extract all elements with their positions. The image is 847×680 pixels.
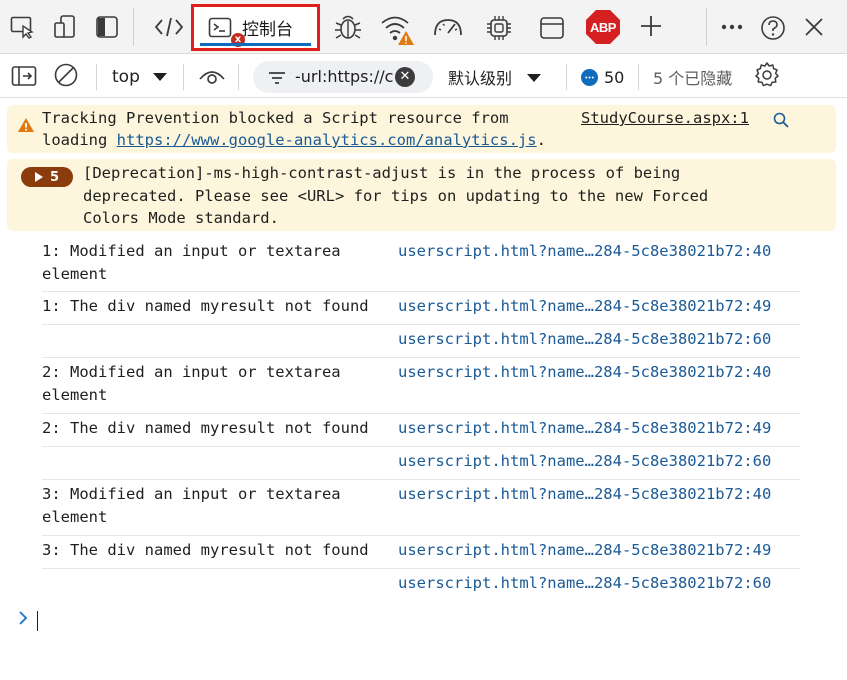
expand-triangle-icon (34, 172, 43, 182)
console-toolbar: top -url:https://c ✕ 默认级别 50 5 个已隐藏 (0, 54, 847, 98)
filter-icon (267, 70, 287, 89)
log-message: 2: Modified an input or textarea element (42, 363, 341, 404)
context-selector-value: top (112, 67, 140, 87)
show-sidebar-icon[interactable] (11, 65, 37, 87)
log-entry: 1: Modified an input or textarea element… (42, 237, 800, 292)
log-entry: 2: The div named myresult not found user… (42, 414, 800, 447)
log-message: 1: Modified an input or textarea element (42, 242, 341, 283)
context-selector[interactable]: top (112, 64, 168, 90)
chevron-down-icon (152, 67, 168, 87)
deprecation-warning: 5 [Deprecation]-ms-high-contrast-adjust … (7, 159, 836, 231)
filter-input-value: -url:https://c (295, 67, 393, 86)
chevron-down-icon (526, 68, 542, 87)
help-icon[interactable] (759, 14, 787, 42)
tracking-warning-source-link[interactable]: StudyCourse.aspx:1 (581, 107, 749, 130)
log-message: 2: The div named myresult not found (42, 419, 369, 437)
tracking-warning-line2: loading https://www.google-analytics.com… (42, 129, 546, 152)
log-source-link[interactable]: userscript.html?name…284-5c8e38021b72:49 (398, 539, 771, 562)
log-message: 1: The div named myresult not found (42, 297, 369, 315)
log-entry: 1: The div named myresult not found user… (42, 292, 800, 325)
message-bubble-icon (581, 68, 598, 86)
application-icon[interactable] (539, 16, 565, 40)
log-entry: userscript.html?name…284-5c8e38021b72:60 (42, 325, 800, 358)
log-source-link[interactable]: userscript.html?name…284-5c8e38021b72:60 (398, 450, 771, 473)
message-count[interactable]: 50 (581, 64, 624, 90)
toolbar-separator (133, 8, 134, 46)
console-output: Tracking Prevention blocked a Script res… (0, 99, 847, 680)
memory-icon[interactable] (485, 14, 513, 42)
toolbar-separator (638, 64, 639, 90)
message-count-value: 50 (604, 67, 625, 87)
log-source-link[interactable]: userscript.html?name…284-5c8e38021b72:60 (398, 572, 771, 595)
log-entry: 2: Modified an input or textarea element… (42, 358, 800, 414)
dock-side-icon[interactable] (95, 15, 119, 39)
deprecation-line3: Colors Mode standard. (83, 209, 279, 227)
console-prompt-chevron-icon (17, 610, 29, 630)
log-level-value: 默认级别 (448, 69, 513, 88)
log-source-link[interactable]: userscript.html?name…284-5c8e38021b72:49 (398, 417, 771, 440)
log-source-link[interactable]: userscript.html?name…284-5c8e38021b72:40 (398, 240, 771, 263)
console-icon (208, 17, 232, 39)
live-expression-eye-icon[interactable] (198, 67, 226, 85)
log-source-link[interactable]: userscript.html?name…284-5c8e38021b72:60 (398, 328, 771, 351)
deprecation-line1: [Deprecation]-ms-high-contrast-adjust is… (83, 164, 681, 182)
toolbar-separator (238, 64, 239, 90)
log-level-selector[interactable]: 默认级别 (448, 64, 542, 90)
deprecation-count: 5 (49, 169, 60, 185)
tracking-prevention-warning: Tracking Prevention blocked a Script res… (7, 105, 836, 153)
active-tab-indicator (200, 43, 311, 46)
toolbar-separator (566, 64, 567, 90)
inspect-icon[interactable] (10, 15, 36, 39)
device-emulation-icon[interactable] (53, 14, 79, 40)
tab-console[interactable]: x 控制台 (191, 4, 320, 51)
tracking-warning-prefix: loading (42, 131, 117, 149)
warning-icon (17, 117, 35, 137)
tracking-warning-suffix: . (536, 131, 546, 149)
log-message: 3: Modified an input or textarea element (42, 485, 341, 526)
network-icon[interactable] (380, 13, 416, 47)
analytics-url-link[interactable]: https://www.google-analytics.com/analyti… (117, 131, 537, 149)
filter-input[interactable]: -url:https://c ✕ (253, 61, 433, 93)
performance-icon[interactable] (431, 15, 465, 39)
console-settings-gear-icon[interactable] (753, 61, 781, 89)
clear-console-icon[interactable] (53, 62, 79, 88)
close-icon[interactable] (802, 15, 826, 39)
toolbar-separator (183, 64, 184, 90)
sources-icon[interactable] (334, 12, 362, 42)
log-message: 3: The div named myresult not found (42, 541, 369, 559)
log-entry: userscript.html?name…284-5c8e38021b72:60 (42, 447, 800, 480)
log-source-link[interactable]: userscript.html?name…284-5c8e38021b72:49 (398, 295, 771, 318)
log-entry: 3: Modified an input or textarea element… (42, 480, 800, 536)
deprecation-count-badge[interactable]: 5 (21, 167, 73, 187)
log-entry: 3: The div named myresult not found user… (42, 536, 800, 569)
elements-icon[interactable] (154, 15, 184, 39)
toolbar-separator (706, 8, 707, 46)
console-input-cursor[interactable] (37, 611, 38, 631)
devtools-tab-bar: x 控制台 ABP (0, 0, 847, 54)
more-icon[interactable] (719, 17, 745, 37)
adblock-icon[interactable]: ABP (585, 9, 621, 45)
hidden-messages-count[interactable]: 5 个已隐藏 (653, 64, 732, 90)
add-tool-icon[interactable] (638, 13, 664, 39)
log-source-link[interactable]: userscript.html?name…284-5c8e38021b72:40 (398, 361, 771, 384)
adblock-label: ABP (590, 19, 616, 35)
search-icon[interactable] (772, 111, 790, 133)
tab-console-label: 控制台 (242, 20, 293, 40)
deprecation-line2: deprecated. Please see <URL> for tips on… (83, 187, 709, 205)
log-entry: userscript.html?name…284-5c8e38021b72:60 (42, 569, 800, 602)
toolbar-separator (96, 64, 97, 90)
log-source-link[interactable]: userscript.html?name…284-5c8e38021b72:40 (398, 483, 771, 506)
clear-filter-icon[interactable]: ✕ (395, 67, 415, 87)
tracking-warning-line1: Tracking Prevention blocked a Script res… (42, 109, 509, 127)
